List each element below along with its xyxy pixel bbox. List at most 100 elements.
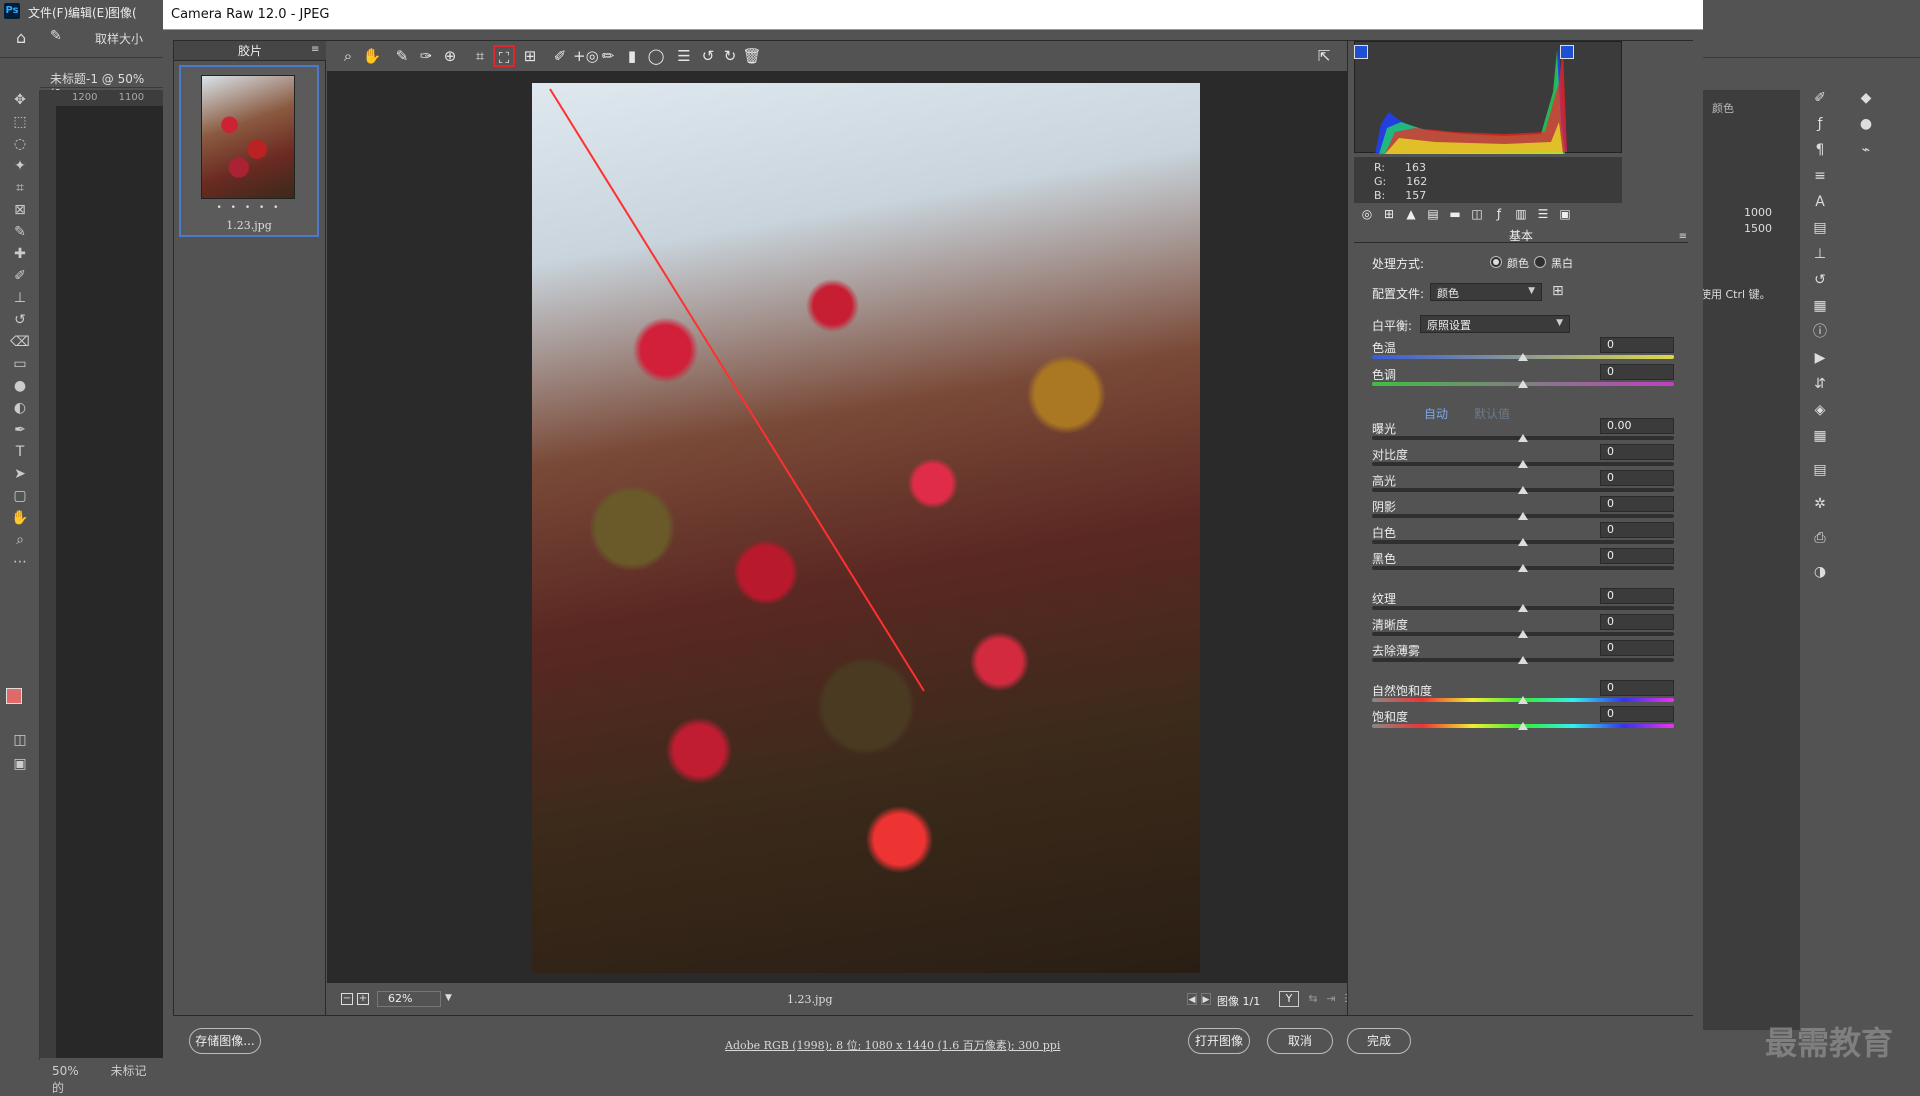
before-after-toggle[interactable]: Y — [1279, 991, 1299, 1007]
profile-browser-icon[interactable]: ⊞ — [1552, 283, 1564, 299]
transform-guide-line[interactable] — [532, 83, 1200, 973]
slider-thumb[interactable] — [1518, 722, 1528, 730]
white-balance-select[interactable]: 原照设置 ▼ — [1420, 315, 1570, 333]
eyedropper-tool-icon[interactable]: ✎ — [10, 222, 30, 242]
pen-tool-icon[interactable]: ✒ — [10, 420, 30, 440]
more-tools-icon[interactable]: ⋯ — [10, 552, 30, 572]
white-balance-icon[interactable]: ✎ — [391, 45, 413, 67]
panel-menu-icon[interactable]: ≡ — [1679, 231, 1687, 242]
document-tab[interactable]: 未标题-1 @ 50% (1 — [40, 58, 165, 101]
home-icon[interactable]: ⌂ — [16, 28, 26, 47]
3d-icon[interactable]: ◈ — [1810, 400, 1830, 420]
export-icon[interactable]: ⎙ — [1810, 528, 1830, 548]
healing-tool-icon[interactable]: ✚ — [10, 244, 30, 264]
slider-value-field[interactable]: 0 — [1600, 548, 1674, 564]
character-icon[interactable]: A — [1810, 192, 1830, 212]
shadow-clipping-toggle[interactable] — [1354, 45, 1368, 59]
red-eye-icon[interactable]: +◎ — [573, 45, 599, 67]
settings-icon[interactable]: ✲ — [1810, 494, 1830, 514]
table-icon[interactable]: ▦ — [1810, 426, 1830, 446]
stamp-tool-icon[interactable]: ⊥ — [10, 288, 30, 308]
eyedropper-icon[interactable]: ✎ — [50, 28, 62, 44]
copy-settings-icon[interactable]: ⇥ — [1323, 991, 1339, 1007]
layers-icon[interactable]: ◆ — [1856, 88, 1876, 108]
gradient-tool-icon[interactable]: ▭ — [10, 354, 30, 374]
crop-icon[interactable]: ⌗ — [469, 45, 491, 67]
next-image-button[interactable]: ▶ — [1201, 993, 1211, 1005]
paragraph-icon[interactable]: ¶ — [1810, 140, 1830, 160]
slider-value-field[interactable]: 0 — [1600, 337, 1674, 353]
filmstrip-thumbnail[interactable]: • • • • • 1.23.jpg — [179, 65, 319, 237]
menu-file[interactable]: 文件(F) — [28, 4, 68, 21]
spot-removal-icon[interactable]: ✐ — [549, 45, 571, 67]
screen-mode-icon[interactable]: ▣ — [10, 754, 30, 774]
move-tool-icon[interactable]: ✥ — [10, 90, 30, 110]
slider-thumb[interactable] — [1518, 460, 1528, 468]
filmstrip-menu-icon[interactable]: ≡ — [311, 45, 321, 55]
slider-value-field[interactable]: 0 — [1600, 680, 1674, 696]
slider-value-field[interactable]: 0 — [1600, 496, 1674, 512]
straighten-icon[interactable]: ⊞ — [519, 45, 541, 67]
actions-icon[interactable]: ▶ — [1810, 348, 1830, 368]
fx-icon[interactable]: ƒ — [1810, 114, 1830, 134]
crop-tool-icon[interactable]: ⌗ — [10, 178, 30, 198]
done-button[interactable]: 完成 — [1347, 1028, 1411, 1054]
slider-value-field[interactable]: 0 — [1600, 588, 1674, 604]
layer-comps-icon[interactable]: ▤ — [1810, 218, 1830, 238]
treatment-bw-label[interactable]: 黑白 — [1551, 255, 1573, 271]
slider-value-field[interactable]: 0 — [1600, 614, 1674, 630]
zoom-icon[interactable]: ⌕ — [337, 45, 359, 67]
zoom-tool-icon[interactable]: ⌕ — [10, 530, 30, 550]
swatches-icon[interactable]: ▦ — [1810, 296, 1830, 316]
type-tool-icon[interactable]: T — [10, 442, 30, 462]
transform-icon[interactable]: ⛶ — [493, 45, 515, 67]
lasso-tool-icon[interactable]: ◌ — [10, 134, 30, 154]
slider-thumb[interactable] — [1518, 604, 1528, 612]
channels-icon[interactable]: ● — [1856, 114, 1876, 134]
tab-presets-icon[interactable]: ☰ — [1534, 205, 1552, 223]
color-icon[interactable]: ◑ — [1810, 562, 1830, 582]
radial-filter-icon[interactable]: ◯ — [645, 45, 667, 67]
blur-tool-icon[interactable]: ● — [10, 376, 30, 396]
cancel-button[interactable]: 取消 — [1267, 1028, 1333, 1054]
slider-value-field[interactable]: 0 — [1600, 364, 1674, 380]
zoom-in-button[interactable]: + — [357, 993, 369, 1005]
path-select-icon[interactable]: ➤ — [10, 464, 30, 484]
guide-line[interactable] — [549, 88, 925, 692]
magic-wand-icon[interactable]: ✦ — [10, 156, 30, 176]
brush-tool-icon[interactable]: ✐ — [10, 266, 30, 286]
quick-mask-icon[interactable]: ◫ — [10, 730, 30, 750]
eraser-tool-icon[interactable]: ⌫ — [10, 332, 30, 352]
zoom-level-select[interactable]: 62% — [377, 991, 441, 1007]
workflow-options-link[interactable]: Adobe RGB (1998); 8 位; 1080 x 1440 (1.6 … — [725, 1037, 1060, 1053]
dodge-tool-icon[interactable]: ◐ — [10, 398, 30, 418]
slider-value-field[interactable]: 0 — [1600, 444, 1674, 460]
history-icon[interactable]: ↺ — [1810, 270, 1830, 290]
menu-image[interactable]: 图像( — [108, 4, 137, 21]
swap-before-after-icon[interactable]: ⇆ — [1305, 991, 1321, 1007]
slider-thumb[interactable] — [1518, 353, 1528, 361]
tab-basic-icon[interactable]: ◎ — [1358, 205, 1376, 223]
treatment-color-label[interactable]: 颜色 — [1507, 255, 1529, 271]
tab-hsl-icon[interactable]: ▤ — [1424, 205, 1442, 223]
treatment-bw-radio[interactable] — [1534, 256, 1546, 268]
marquee-tool-icon[interactable]: ⬚ — [10, 112, 30, 132]
history-brush-icon[interactable]: ↺ — [10, 310, 30, 330]
rotate-left-icon[interactable]: ↺ — [697, 45, 719, 67]
preferences-icon[interactable]: ☰ — [673, 45, 695, 67]
adjustment-brush-icon[interactable]: ✏ — [597, 45, 619, 67]
slider-thumb[interactable] — [1518, 564, 1528, 572]
tab-effects-icon[interactable]: ƒ — [1490, 205, 1508, 223]
frame-tool-icon[interactable]: ⊠ — [10, 200, 30, 220]
slider-thumb[interactable] — [1518, 434, 1528, 442]
slider-thumb[interactable] — [1518, 630, 1528, 638]
tab-lens-icon[interactable]: ◫ — [1468, 205, 1486, 223]
adjustments-icon[interactable]: ≡ — [1810, 166, 1830, 186]
tab-calibration-icon[interactable]: ▥ — [1512, 205, 1530, 223]
trash-icon[interactable]: 🗑 — [741, 45, 763, 67]
previous-image-button[interactable]: ◀ — [1187, 993, 1197, 1005]
slider-value-field[interactable]: 0 — [1600, 640, 1674, 656]
slider-thumb[interactable] — [1518, 512, 1528, 520]
slider-value-field[interactable]: 0 — [1600, 470, 1674, 486]
slider-thumb[interactable] — [1518, 486, 1528, 494]
